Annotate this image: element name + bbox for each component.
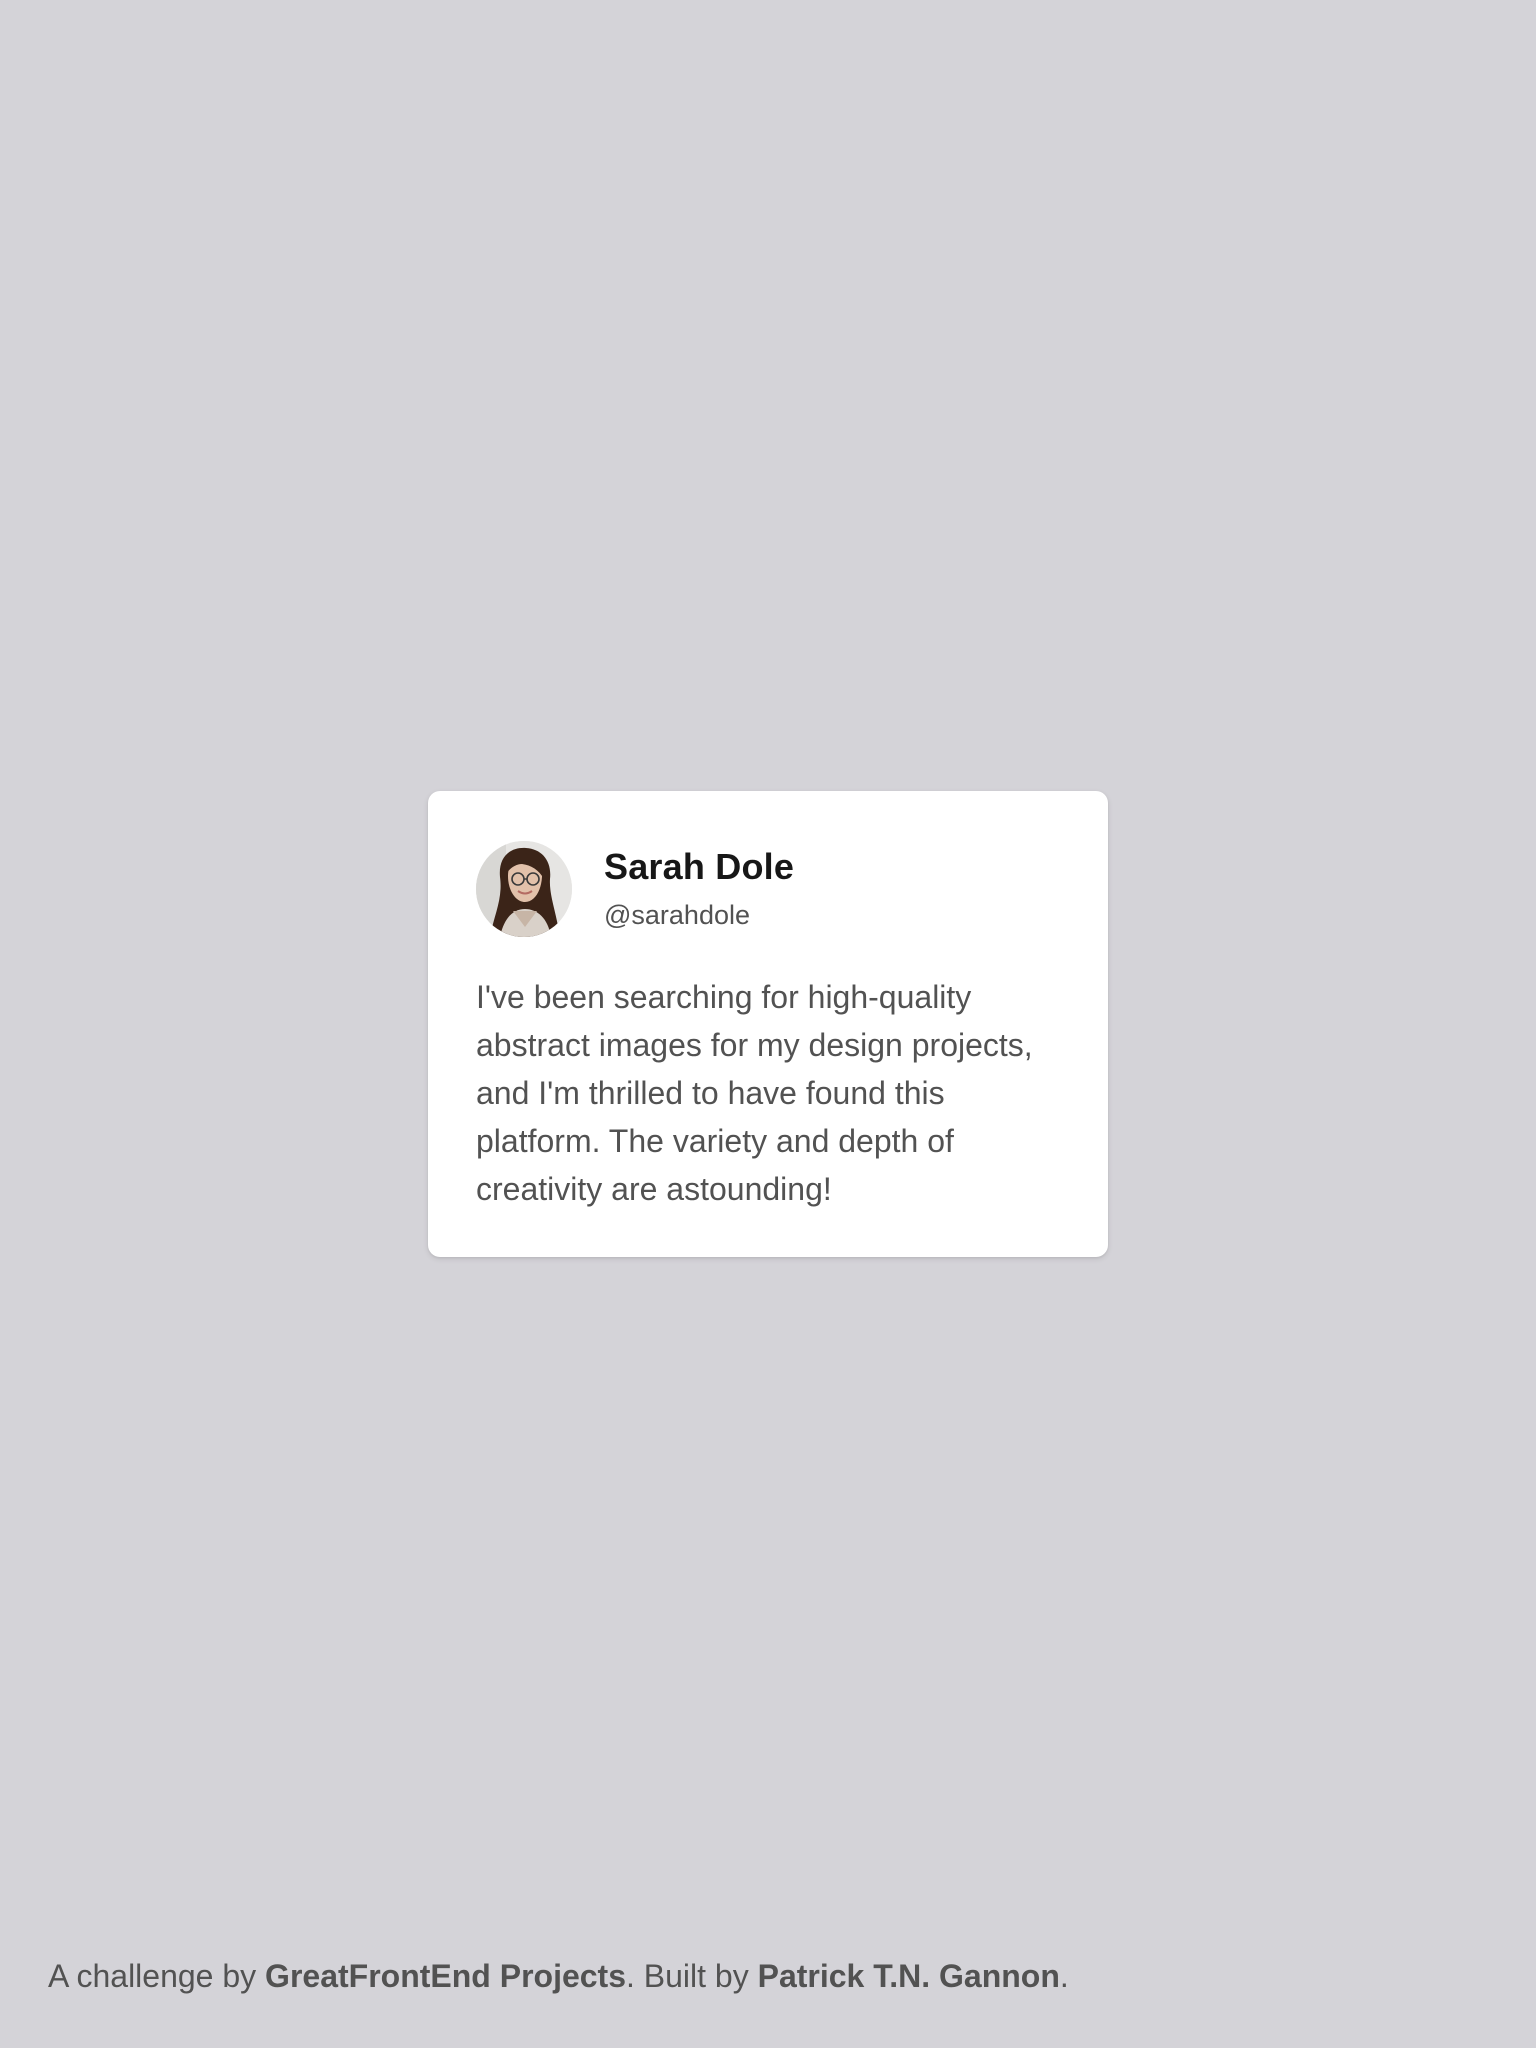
author-link[interactable]: Patrick T.N. Gannon [758,1958,1060,1994]
identity: Sarah Dole @sarahdole [604,845,794,933]
avatar [476,841,572,937]
testimonial-handle: @sarahdole [604,900,750,930]
footer-suffix: . [1059,1958,1069,1994]
testimonial-header: Sarah Dole @sarahdole [476,841,1060,937]
footer-prefix: A challenge by [48,1958,266,1994]
testimonial-quote: I've been searching for high-quality abs… [476,979,1033,1207]
avatar-photo-icon [476,841,572,937]
testimonial-card: Sarah Dole @sarahdole I've been searchin… [428,791,1108,1257]
testimonial-name: Sarah Dole [604,846,795,887]
footer-middle: . Built by [626,1958,758,1994]
footer-attribution: A challenge by GreatFrontEnd Projects. B… [48,1952,1069,2000]
challenge-link[interactable]: GreatFrontEnd Projects [265,1958,626,1994]
